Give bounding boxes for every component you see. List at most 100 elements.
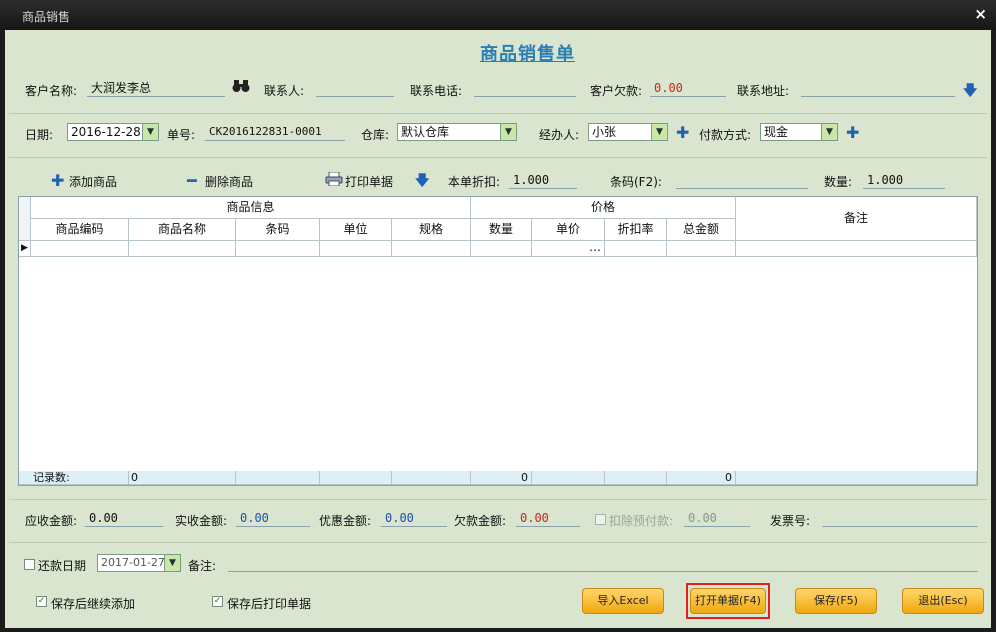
column-unit[interactable]: 单位 — [320, 219, 392, 241]
column-total-amount[interactable]: 总金额 — [667, 219, 736, 241]
table-cell[interactable] — [471, 241, 532, 257]
arrears-value: 0.00 — [516, 509, 580, 527]
import-excel-button[interactable]: 导入Excel — [582, 588, 664, 614]
repay-date-picker[interactable]: 2017-01-27 ▼ — [97, 554, 181, 572]
customer-label: 客户名称: — [25, 84, 78, 98]
payment-select[interactable]: 现金 ▼ — [760, 123, 838, 141]
column-unit-price[interactable]: 单价 — [532, 219, 605, 241]
payment-value: 现金 — [764, 125, 789, 139]
divider — [9, 499, 987, 500]
divider — [9, 542, 987, 543]
quantity-field[interactable]: 1.000 — [863, 171, 945, 189]
repay-date-checkbox[interactable] — [24, 559, 35, 570]
warehouse-select[interactable]: 默认仓库 ▼ — [397, 123, 517, 141]
window-titlebar: 商品销售 × — [0, 0, 996, 30]
table-cell[interactable] — [667, 241, 736, 257]
chevron-down-icon[interactable]: ▼ — [651, 124, 667, 140]
footer-cell — [236, 471, 320, 485]
row-indicator-icon: ▶ — [19, 241, 31, 257]
expand-down-icon[interactable]: 🡇 — [415, 170, 429, 194]
address-label: 联系地址: — [737, 84, 790, 98]
footer-cell — [392, 471, 471, 485]
add-payment-icon[interactable]: ✚ — [846, 125, 859, 141]
printer-icon[interactable] — [325, 171, 343, 189]
group-price: 价格 — [471, 197, 736, 219]
footer-cell — [736, 471, 977, 485]
table-cell[interactable] — [392, 241, 471, 257]
chevron-down-icon[interactable]: ▼ — [142, 124, 158, 140]
customer-field[interactable]: 大润发李总 — [87, 79, 225, 97]
table-cell[interactable] — [605, 241, 667, 257]
table-cell[interactable] — [31, 241, 129, 257]
table-cell[interactable] — [129, 241, 236, 257]
row-header-corner — [19, 197, 31, 241]
binoculars-icon[interactable] — [232, 79, 250, 97]
remark-label: 备注: — [188, 559, 217, 573]
add-product-button[interactable]: 添加商品 — [69, 173, 117, 190]
chevron-down-icon[interactable]: ▼ — [164, 555, 180, 571]
expand-down-icon[interactable]: 🡇 — [963, 80, 977, 104]
chevron-down-icon[interactable]: ▼ — [500, 124, 516, 140]
print-after-save-checkbox[interactable]: ✓ — [212, 596, 223, 607]
open-doc-button[interactable]: 打开单据(F4) — [690, 588, 766, 614]
table-cell[interactable] — [236, 241, 320, 257]
phone-field[interactable] — [474, 79, 576, 97]
warehouse-value: 默认仓库 — [401, 125, 450, 139]
invoice-field[interactable] — [822, 509, 978, 527]
close-icon[interactable]: × — [974, 5, 987, 23]
minus-icon[interactable]: ━ — [187, 171, 197, 190]
order-no-field[interactable]: CK2016122831-0001 — [205, 123, 345, 141]
invoice-label: 发票号: — [770, 514, 811, 528]
print-after-save-label: 保存后打印单据 — [227, 597, 312, 611]
chevron-down-icon[interactable]: ▼ — [821, 124, 837, 140]
column-remark[interactable]: 备注 — [736, 197, 977, 241]
add-handler-icon[interactable]: ✚ — [676, 125, 689, 141]
handler-value: 小张 — [592, 125, 617, 139]
contact-label: 联系人: — [264, 84, 305, 98]
deduct-prepaid-checkbox[interactable] — [595, 514, 606, 525]
continue-add-label: 保存后继续添加 — [51, 597, 136, 611]
delete-product-button[interactable]: 删除商品 — [205, 173, 253, 190]
footer-cell — [532, 471, 605, 485]
handler-select[interactable]: 小张 ▼ — [588, 123, 668, 141]
window-title: 商品销售 — [22, 10, 71, 24]
continue-add-checkbox[interactable]: ✓ — [36, 596, 47, 607]
print-doc-button[interactable]: 打印单据 — [345, 173, 393, 190]
column-product-code[interactable]: 商品编码 — [31, 219, 129, 241]
save-button[interactable]: 保存(F5) — [795, 588, 877, 614]
discount-amount-field[interactable]: 0.00 — [381, 509, 447, 527]
remark-field[interactable] — [228, 554, 978, 572]
barcode-label: 条码(F2): — [610, 175, 662, 189]
contact-field[interactable] — [316, 79, 394, 97]
divider — [9, 157, 987, 158]
page-title: 商品销售单 — [480, 44, 575, 65]
discount-field[interactable]: 1.000 — [509, 171, 577, 189]
date-picker[interactable]: 2016-12-28 ▼ — [67, 123, 159, 141]
footer-record-count: 0 — [129, 471, 236, 485]
column-barcode[interactable]: 条码 — [236, 219, 320, 241]
sales-form: 商品销售单 客户名称: 大润发李总 联系人: 联系电话: 客户欠款: 0.00 … — [5, 30, 991, 628]
table-cell[interactable] — [736, 241, 977, 257]
address-field[interactable] — [801, 79, 955, 97]
add-icon[interactable]: ✚ — [51, 173, 64, 189]
group-product-info: 商品信息 — [31, 197, 471, 219]
deduct-prepaid-label: 扣除预付款: — [609, 514, 674, 528]
ellipsis-button[interactable]: … — [532, 241, 605, 257]
debt-label: 客户欠款: — [590, 84, 643, 98]
handler-label: 经办人: — [539, 128, 580, 142]
column-quantity[interactable]: 数量 — [471, 219, 532, 241]
footer-cell — [320, 471, 392, 485]
received-field[interactable]: 0.00 — [236, 509, 310, 527]
date-value: 2016-12-28 — [71, 125, 141, 139]
column-discount-rate[interactable]: 折扣率 — [605, 219, 667, 241]
barcode-field[interactable] — [676, 171, 808, 189]
quantity-label: 数量: — [824, 175, 853, 189]
footer-record-label: 记录数: — [19, 471, 129, 485]
receivable-label: 应收金额: — [25, 514, 78, 528]
column-spec[interactable]: 规格 — [392, 219, 471, 241]
product-grid[interactable]: 商品信息 价格 备注 商品编码 商品名称 条码 单位 规格 数量 单价 折扣率 … — [18, 196, 978, 486]
footer-quantity-sum: 0 — [471, 471, 532, 485]
column-product-name[interactable]: 商品名称 — [129, 219, 236, 241]
table-cell[interactable] — [320, 241, 392, 257]
exit-button[interactable]: 退出(Esc) — [902, 588, 984, 614]
